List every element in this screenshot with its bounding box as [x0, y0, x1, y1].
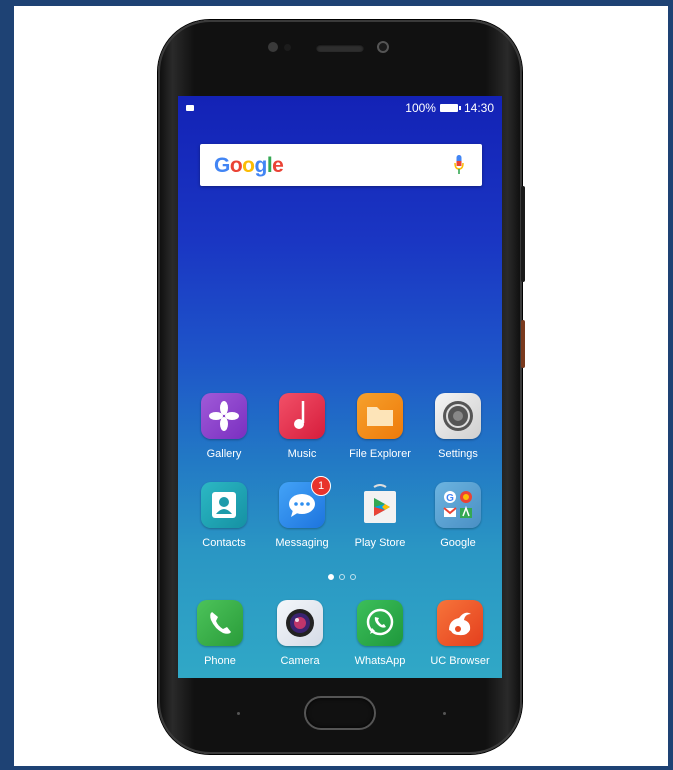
google-logo: Google — [214, 154, 284, 177]
app-label: Play Store — [354, 537, 406, 549]
earpiece-speaker — [316, 44, 364, 52]
app-label: Contacts — [202, 537, 246, 549]
camera-lens-icon — [277, 600, 323, 646]
dock-app-camera[interactable]: Camera — [261, 600, 339, 667]
battery-icon — [439, 104, 461, 112]
uc-browser-squirrel-icon — [437, 600, 483, 646]
music-icon — [279, 393, 325, 439]
clock: 14:30 — [463, 101, 494, 115]
whatsapp-icon — [357, 600, 403, 646]
battery-percentage: 100% — [405, 101, 436, 115]
app-contacts[interactable]: Contacts — [185, 482, 263, 549]
contact-person-icon — [201, 482, 247, 528]
status-bar: 100% 14:30 — [178, 96, 502, 120]
page-dot[interactable] — [339, 574, 345, 580]
recents-key-indicator[interactable] — [443, 712, 446, 715]
notification-image-icon — [186, 105, 194, 111]
page-dot-active[interactable] — [328, 574, 334, 580]
app-messaging[interactable]: 1 Messaging — [263, 476, 341, 549]
app-music[interactable]: Music — [263, 393, 341, 460]
front-camera — [377, 41, 389, 53]
gallery-icon — [201, 393, 247, 439]
message-bubble-icon: 1 — [279, 476, 331, 528]
app-gallery[interactable]: Gallery — [185, 393, 263, 460]
light-sensor — [284, 44, 291, 51]
page-indicator — [328, 574, 356, 580]
unread-badge: 1 — [311, 476, 331, 496]
home-screen: 100% 14:30 Google Gallery Music File Exp… — [178, 96, 502, 678]
google-folder-icon: G — [435, 482, 481, 528]
app-label: WhatsApp — [354, 655, 406, 667]
app-google-folder[interactable]: G Google — [419, 482, 497, 549]
app-label: File Explorer — [349, 448, 411, 460]
volume-button[interactable] — [521, 186, 525, 282]
app-label: Gallery — [206, 448, 242, 460]
app-settings[interactable]: Settings — [419, 393, 497, 460]
app-label: Google — [440, 537, 476, 549]
app-label: UC Browser — [430, 655, 490, 667]
home-fingerprint-button[interactable] — [304, 696, 376, 730]
app-play-store[interactable]: Play Store — [341, 482, 419, 549]
dock-app-uc-browser[interactable]: UC Browser — [421, 600, 499, 667]
play-store-icon — [357, 482, 403, 528]
proximity-sensor — [268, 42, 278, 52]
page-dot[interactable] — [350, 574, 356, 580]
app-label: Messaging — [275, 537, 329, 549]
dock-app-phone[interactable]: Phone — [181, 600, 259, 667]
folder-icon — [357, 393, 403, 439]
settings-gear-icon — [435, 393, 481, 439]
microphone-icon[interactable] — [454, 155, 464, 175]
app-label: Music — [287, 448, 317, 460]
back-key-indicator[interactable] — [237, 712, 240, 715]
app-label: Phone — [204, 655, 236, 667]
power-button[interactable] — [521, 320, 525, 368]
app-file-explorer[interactable]: File Explorer — [341, 393, 419, 460]
app-label: Settings — [438, 448, 478, 460]
phone-handset-icon — [197, 600, 243, 646]
google-search-bar[interactable]: Google — [200, 144, 482, 186]
app-label: Camera — [280, 655, 320, 667]
svg-text:G: G — [446, 493, 454, 504]
dock-app-whatsapp[interactable]: WhatsApp — [341, 600, 419, 667]
